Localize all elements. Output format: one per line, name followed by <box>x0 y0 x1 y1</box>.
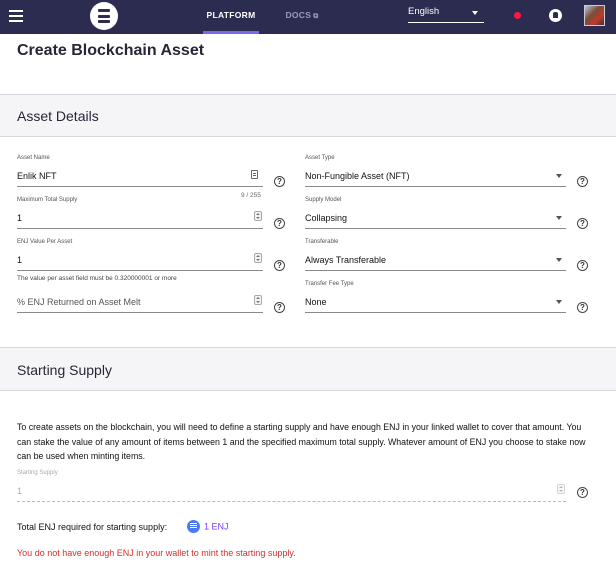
enjin-logo[interactable] <box>90 2 118 30</box>
language-select[interactable]: English <box>408 6 484 23</box>
max-supply-label: Maximum Total Supply <box>17 197 78 203</box>
max-supply-value[interactable]: 1 <box>17 213 22 223</box>
help-icon[interactable]: ? <box>274 218 285 229</box>
transferable-select[interactable]: Transferable Always Transferable <box>305 239 566 271</box>
asset-name-field[interactable]: Asset Name Enlik NFT <box>17 155 263 187</box>
total-enj-label: Total ENJ required for starting supply: <box>17 522 168 532</box>
transfer-fee-label: Transfer Fee Type <box>305 281 354 287</box>
chevron-down-icon <box>556 258 562 262</box>
top-app-bar: PLATFORM DOCS ⧉ English <box>0 0 616 34</box>
enj-value-value[interactable]: 1 <box>17 255 22 265</box>
menu-icon[interactable] <box>9 10 23 22</box>
number-stepper[interactable] <box>254 253 262 263</box>
tab-docs-label: DOCS <box>285 10 312 20</box>
help-icon[interactable]: ? <box>577 218 588 229</box>
asset-name-label: Asset Name <box>17 155 50 161</box>
asset-name-value[interactable]: Enlik NFT <box>17 171 57 181</box>
asset-type-select[interactable]: Asset Type Non-Fungible Asset (NFT) <box>305 155 566 187</box>
chevron-down-icon <box>556 174 562 178</box>
supply-model-value: Collapsing <box>305 213 348 223</box>
asset-name-counter: 9 / 255 <box>241 192 261 199</box>
language-value: English <box>408 6 440 17</box>
external-link-icon: ⧉ <box>313 13 319 20</box>
asset-type-label: Asset Type <box>305 155 335 161</box>
max-supply-field[interactable]: Maximum Total Supply 1 <box>17 197 263 229</box>
enj-value-hint: The value per asset field must be 0.3200… <box>17 275 177 282</box>
total-enj-value: 1 ENJ <box>204 521 229 532</box>
enj-coin-icon <box>187 520 200 533</box>
chevron-down-icon <box>472 11 478 15</box>
enj-value-field[interactable]: ENJ Value Per Asset 1 <box>17 239 263 271</box>
asset-type-value: Non-Fungible Asset (NFT) <box>305 171 410 181</box>
asset-details-title: Asset Details <box>17 108 99 124</box>
melt-return-placeholder[interactable]: % ENJ Returned on Asset Melt <box>17 297 141 307</box>
supply-model-select[interactable]: Supply Model Collapsing <box>305 197 566 229</box>
tab-platform[interactable]: PLATFORM <box>203 0 259 34</box>
enj-value-label: ENJ Value Per Asset <box>17 239 73 245</box>
supply-model-label: Supply Model <box>305 197 342 203</box>
notification-bell-icon[interactable] <box>549 9 562 22</box>
help-icon[interactable]: ? <box>577 302 588 313</box>
help-icon[interactable]: ? <box>274 302 285 313</box>
page-title: Create Blockchain Asset <box>17 42 205 59</box>
starting-supply-title: Starting Supply <box>17 362 112 378</box>
transfer-fee-select[interactable]: Transfer Fee Type None <box>305 281 566 313</box>
help-icon[interactable]: ? <box>274 260 285 271</box>
number-stepper[interactable] <box>254 295 262 305</box>
asset-details-panel: Asset Name Enlik NFT 9 / 255 ? Asset Typ… <box>0 137 616 348</box>
status-dot-icon <box>514 12 521 19</box>
starting-supply-label: Starting Supply <box>17 470 58 476</box>
chevron-down-icon <box>556 300 562 304</box>
insufficient-enj-error: You do not have enough ENJ in your walle… <box>17 548 296 558</box>
total-enj-amount: 1 ENJ <box>187 520 229 534</box>
number-stepper[interactable] <box>557 484 565 494</box>
melt-return-field[interactable]: % ENJ Returned on Asset Melt <box>17 291 263 313</box>
starting-supply-panel: To create assets on the blockchain, you … <box>0 391 616 574</box>
tab-docs[interactable]: DOCS ⧉ <box>280 0 324 34</box>
clipboard-icon[interactable] <box>251 170 258 179</box>
starting-supply-value[interactable]: 1 <box>17 486 22 496</box>
chevron-down-icon <box>556 216 562 220</box>
asset-details-header: Asset Details <box>0 95 616 137</box>
help-icon[interactable]: ? <box>577 260 588 271</box>
starting-supply-header: Starting Supply <box>0 349 616 391</box>
transferable-value: Always Transferable <box>305 255 387 265</box>
transferable-label: Transferable <box>305 239 339 245</box>
avatar[interactable] <box>584 5 605 26</box>
help-icon[interactable]: ? <box>274 176 285 187</box>
transfer-fee-value: None <box>305 297 327 307</box>
help-icon[interactable]: ? <box>577 176 588 187</box>
number-stepper[interactable] <box>254 211 262 221</box>
help-icon[interactable]: ? <box>577 487 588 498</box>
starting-supply-description: To create assets on the blockchain, you … <box>17 422 586 461</box>
page-header: Create Blockchain Asset <box>0 34 616 95</box>
starting-supply-field[interactable]: Starting Supply 1 <box>17 470 566 502</box>
